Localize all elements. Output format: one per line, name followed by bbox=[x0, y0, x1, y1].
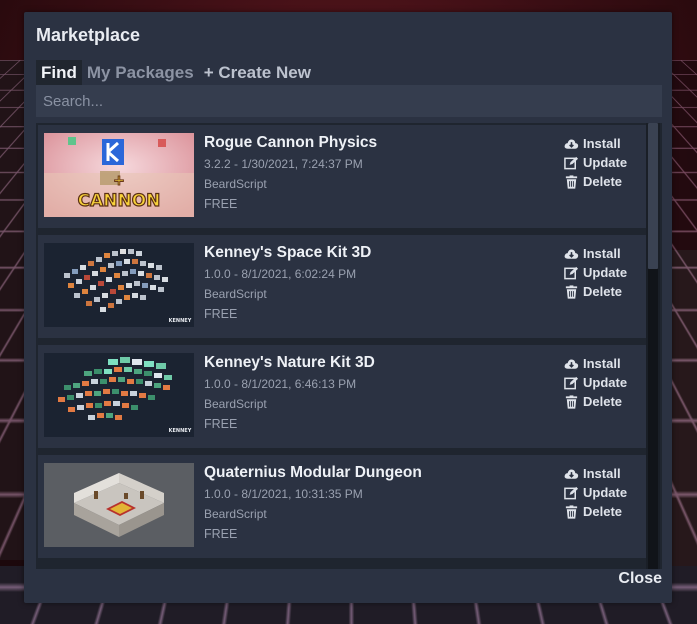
delete-button[interactable]: Delete bbox=[564, 392, 627, 411]
delete-label: Delete bbox=[583, 394, 623, 409]
install-button[interactable]: Install bbox=[564, 244, 627, 263]
package-card: + CANNON Rogue Cannon Physics 3.2.2 - 1/… bbox=[38, 125, 646, 228]
package-author: BeardScript bbox=[204, 177, 267, 191]
package-version-date: 1.0.0 - 8/1/2021, 6:02:24 PM bbox=[204, 267, 357, 281]
update-button[interactable]: Update bbox=[564, 483, 627, 502]
package-author: BeardScript bbox=[204, 397, 267, 411]
cloud-download-icon bbox=[564, 248, 579, 259]
scene-pillar bbox=[671, 250, 697, 570]
edit-icon bbox=[564, 486, 579, 499]
update-button[interactable]: Update bbox=[564, 373, 627, 392]
package-list: + CANNON Rogue Cannon Physics 3.2.2 - 1/… bbox=[36, 123, 662, 569]
package-thumbnail: KENNEY bbox=[44, 243, 194, 327]
package-actions: Install Update Delete bbox=[564, 244, 627, 301]
delete-label: Delete bbox=[583, 504, 623, 519]
package-price: FREE bbox=[204, 197, 238, 211]
trash-icon bbox=[565, 284, 578, 299]
package-title: Quaternius Modular Dungeon bbox=[204, 464, 422, 481]
list-scrollbar[interactable] bbox=[646, 123, 660, 569]
cloud-download-icon bbox=[564, 138, 579, 149]
package-thumbnail: KENNEY bbox=[44, 353, 194, 437]
delete-label: Delete bbox=[583, 174, 623, 189]
thumbnail-logo-text: KENNEY bbox=[169, 428, 192, 434]
package-actions: Install Update Delete bbox=[564, 464, 627, 521]
delete-button[interactable]: Delete bbox=[564, 172, 627, 191]
dialog-title: Marketplace bbox=[36, 25, 141, 45]
close-button[interactable]: Close bbox=[618, 570, 662, 588]
package-card: KENNEY Kenney's Space Kit 3D 1.0.0 - 8/1… bbox=[38, 235, 646, 338]
package-actions: Install Update Delete bbox=[564, 134, 627, 191]
install-label: Install bbox=[583, 356, 621, 371]
install-label: Install bbox=[583, 136, 621, 151]
scene-pillar bbox=[0, 60, 24, 560]
trash-icon bbox=[565, 394, 578, 409]
update-label: Update bbox=[583, 375, 628, 390]
package-thumbnail bbox=[44, 463, 194, 547]
marketplace-dialog: Marketplace Find My Packages + Create Ne… bbox=[24, 12, 672, 603]
tab-bar: Find My Packages + Create New bbox=[36, 60, 316, 86]
install-label: Install bbox=[583, 246, 621, 261]
package-author: BeardScript bbox=[204, 507, 267, 521]
install-button[interactable]: Install bbox=[564, 354, 627, 373]
edit-icon bbox=[564, 156, 579, 169]
tab-create-new[interactable]: + Create New bbox=[199, 60, 316, 86]
trash-icon bbox=[565, 174, 578, 189]
edit-icon bbox=[564, 376, 579, 389]
update-label: Update bbox=[583, 155, 628, 170]
delete-button[interactable]: Delete bbox=[564, 282, 627, 301]
package-price: FREE bbox=[204, 307, 238, 321]
package-card: KENNEY Kenney's Nature Kit 3D 1.0.0 - 8/… bbox=[38, 345, 646, 448]
package-version-date: 3.2.2 - 1/30/2021, 7:24:37 PM bbox=[204, 157, 363, 171]
package-title: Kenney's Nature Kit 3D bbox=[204, 354, 375, 371]
trash-icon bbox=[565, 504, 578, 519]
package-author: BeardScript bbox=[204, 287, 267, 301]
package-actions: Install Update Delete bbox=[564, 354, 627, 411]
cloud-download-icon bbox=[564, 358, 579, 369]
search-input[interactable] bbox=[36, 85, 662, 117]
package-title: Kenney's Space Kit 3D bbox=[204, 244, 372, 261]
scrollbar-thumb[interactable] bbox=[648, 123, 658, 269]
update-button[interactable]: Update bbox=[564, 263, 627, 282]
delete-button[interactable]: Delete bbox=[564, 502, 627, 521]
tab-find[interactable]: Find bbox=[36, 60, 82, 86]
update-button[interactable]: Update bbox=[564, 153, 627, 172]
delete-label: Delete bbox=[583, 284, 623, 299]
thumbnail-logo-text: KENNEY bbox=[169, 318, 192, 324]
install-button[interactable]: Install bbox=[564, 134, 627, 153]
install-button[interactable]: Install bbox=[564, 464, 627, 483]
package-thumbnail: + CANNON bbox=[44, 133, 194, 217]
tab-my-packages[interactable]: My Packages bbox=[82, 60, 199, 86]
thumbnail-plus-text: + bbox=[113, 173, 125, 189]
update-label: Update bbox=[583, 485, 628, 500]
package-card: Quaternius Modular Dungeon 1.0.0 - 8/1/2… bbox=[38, 455, 646, 558]
edit-icon bbox=[564, 266, 579, 279]
package-title: Rogue Cannon Physics bbox=[204, 134, 378, 151]
package-price: FREE bbox=[204, 417, 238, 431]
cloud-download-icon bbox=[564, 468, 579, 479]
thumbnail-cannon-text: CANNON bbox=[78, 191, 161, 211]
package-version-date: 1.0.0 - 8/1/2021, 6:46:13 PM bbox=[204, 377, 357, 391]
update-label: Update bbox=[583, 265, 628, 280]
package-price: FREE bbox=[204, 527, 238, 541]
install-label: Install bbox=[583, 466, 621, 481]
package-version-date: 1.0.0 - 8/1/2021, 10:31:35 PM bbox=[204, 487, 363, 501]
